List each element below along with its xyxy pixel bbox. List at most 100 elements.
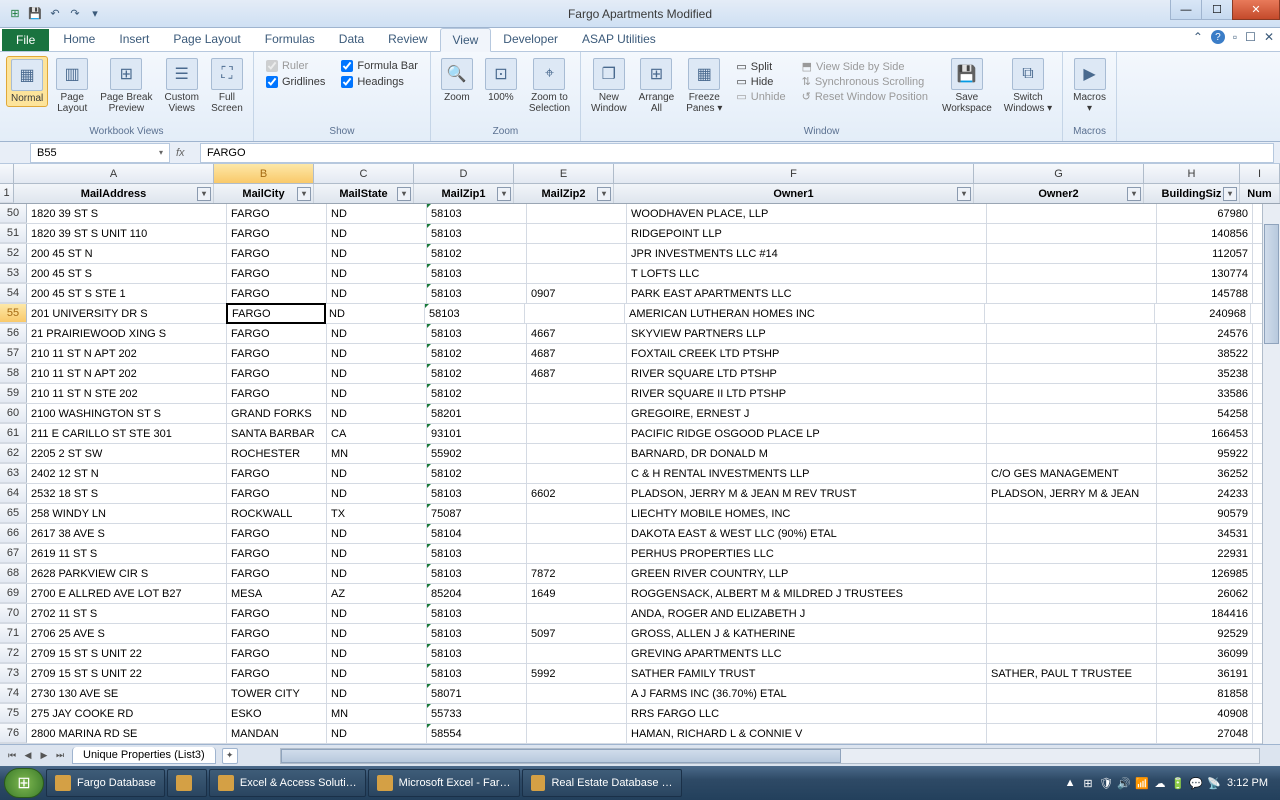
cell[interactable]: 130774 [1157,264,1253,283]
row-header-55[interactable]: 55 [0,304,27,323]
cell[interactable] [987,204,1157,223]
cell[interactable] [987,244,1157,263]
cell[interactable]: 210 11 ST N STE 202 [27,384,227,403]
cell[interactable]: 2800 MARINA RD SE [27,724,227,743]
cell[interactable] [987,524,1157,543]
tab-asap-utilities[interactable]: ASAP Utilities [570,28,668,51]
taskbar-item-3[interactable]: Microsoft Excel - Far… [368,769,520,797]
gridlines-checkbox[interactable]: Gridlines [266,76,325,88]
cell[interactable]: 2100 WASHINGTON ST S [27,404,227,423]
cell[interactable]: ESKO [227,704,327,723]
vertical-scrollbar[interactable] [1262,204,1280,744]
name-box-drop-icon[interactable]: ▾ [159,148,163,157]
cell[interactable] [987,424,1157,443]
cell[interactable]: FARGO [227,484,327,503]
cell[interactable]: FARGO [227,544,327,563]
undo-button[interactable]: ↶ [46,5,64,23]
tab-developer[interactable]: Developer [491,28,570,51]
arrange-all-button[interactable]: ⊞Arrange All [635,56,679,116]
cell[interactable]: MN [327,704,427,723]
cell[interactable]: 58554 [427,724,527,743]
cell[interactable]: 2628 PARKVIEW CIR S [27,564,227,583]
cell[interactable] [527,424,627,443]
cell[interactable]: FARGO [227,524,327,543]
cell[interactable]: 5097 [527,624,627,643]
cell[interactable]: 40908 [1157,704,1253,723]
taskbar-item-2[interactable]: Excel & Access Soluti… [209,769,366,797]
cell[interactable]: 58103 [427,664,527,683]
cell[interactable]: 33586 [1157,384,1253,403]
cell[interactable]: FOXTAIL CREEK LTD PTSHP [627,344,987,363]
cell[interactable]: 90579 [1157,504,1253,523]
cell[interactable]: 58103 [427,604,527,623]
cell[interactable]: AMERICAN LUTHERAN HOMES INC [625,304,985,323]
cell[interactable]: 36099 [1157,644,1253,663]
cell[interactable]: ND [327,244,427,263]
cell[interactable]: SANTA BARBAR [227,424,327,443]
row-header-57[interactable]: 57 [0,344,27,363]
cell[interactable]: TX [327,504,427,523]
cell[interactable]: 95922 [1157,444,1253,463]
cell[interactable]: FARGO [227,204,327,223]
freeze-panes-button[interactable]: ▦Freeze Panes ▾ [682,56,726,116]
excel-icon[interactable]: ⊞ [6,5,24,23]
row-header-58[interactable]: 58 [0,364,27,383]
cell[interactable]: 58102 [427,344,527,363]
cell[interactable]: 85204 [427,584,527,603]
start-button[interactable]: ⊞ [4,768,44,798]
cell[interactable]: ND [327,644,427,663]
cell[interactable]: 58103 [427,644,527,663]
tray-icon-5[interactable]: ☁ [1153,776,1167,790]
cell[interactable]: 92529 [1157,624,1253,643]
cell[interactable]: ND [327,724,427,743]
headings-checkbox[interactable]: Headings [341,76,418,88]
cell[interactable] [987,504,1157,523]
clock[interactable]: 3:12 PM [1227,777,1268,789]
cell[interactable]: SATHER FAMILY TRUST [627,664,987,683]
cell[interactable]: ND [327,284,427,303]
cell[interactable] [527,244,627,263]
cell[interactable]: ND [327,364,427,383]
cell[interactable]: ND [327,224,427,243]
cell[interactable]: FARGO [227,224,327,243]
taskbar-item-4[interactable]: Real Estate Database … [522,769,682,797]
cell[interactable]: ROGGENSACK, ALBERT M & MILDRED J TRUSTEE… [627,584,987,603]
filter-drop-icon[interactable]: ▾ [957,187,971,201]
close-button[interactable]: ✕ [1232,0,1280,20]
filter-header-mailaddress[interactable]: MailAddress▾ [14,184,214,203]
filter-header-mailzip1[interactable]: MailZip1▾ [414,184,514,203]
cell[interactable]: ND [327,544,427,563]
filter-header-mailcity[interactable]: MailCity▾ [214,184,314,203]
cell[interactable]: FARGO [227,244,327,263]
cell[interactable]: 4687 [527,344,627,363]
cell[interactable]: 34531 [1157,524,1253,543]
row-header-69[interactable]: 69 [0,584,27,603]
cell[interactable]: 58103 [427,624,527,643]
cell[interactable] [987,384,1157,403]
cell[interactable]: DAKOTA EAST & WEST LLC (90%) ETAL [627,524,987,543]
column-header-G[interactable]: G [974,164,1144,183]
cell[interactable]: 0907 [527,284,627,303]
custom-views-button[interactable]: ☰Custom Views [161,56,203,116]
filter-header-owner1[interactable]: Owner1▾ [614,184,974,203]
sheet-tab-active[interactable]: Unique Properties (List3) [72,747,216,764]
cell[interactable]: GREVING APARTMENTS LLC [627,644,987,663]
cell[interactable] [527,204,627,223]
taskbar-item-0[interactable]: Fargo Database [46,769,165,797]
tab-view[interactable]: View [440,28,492,52]
cell[interactable]: GREEN RIVER COUNTRY, LLP [627,564,987,583]
cell[interactable]: PACIFIC RIDGE OSGOOD PLACE LP [627,424,987,443]
cell[interactable]: 58103 [427,484,527,503]
tray-icon-1[interactable]: ⊞ [1081,776,1095,790]
cell[interactable]: 58103 [425,304,525,323]
cell[interactable] [987,444,1157,463]
cell[interactable]: 38522 [1157,344,1253,363]
cell[interactable]: 58102 [427,464,527,483]
sheet-nav-3[interactable]: ⏭ [52,748,68,764]
cell[interactable]: 2619 11 ST S [27,544,227,563]
cell[interactable]: PLADSON, JERRY M & JEAN [987,484,1157,503]
cell[interactable]: 201 UNIVERSITY DR S [27,304,227,323]
cell[interactable]: 75087 [427,504,527,523]
column-header-E[interactable]: E [514,164,614,183]
row-header-71[interactable]: 71 [0,624,27,643]
